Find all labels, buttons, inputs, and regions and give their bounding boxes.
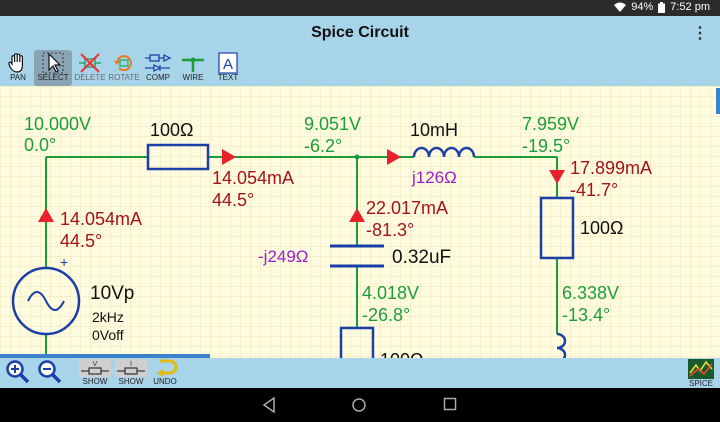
status-indicators: 94% 7:52 pm xyxy=(614,1,710,13)
node3-phase: -19.5° xyxy=(522,136,570,156)
tool-bar: PAN SELECT DELETE ROTATE COMP WIRE A TEX… xyxy=(0,50,720,86)
node5-voltage: 6.338V xyxy=(562,283,619,303)
text-icon: A xyxy=(218,52,238,74)
junction-node xyxy=(354,154,360,160)
cap-current: 22.017mA xyxy=(366,198,448,218)
show-current-button[interactable]: I SHOW xyxy=(114,358,148,388)
node2-voltage: 9.051V xyxy=(304,114,361,134)
node4-phase: -26.8° xyxy=(362,305,410,325)
source-plus-sign: + xyxy=(60,254,68,270)
wire-label: WIRE xyxy=(182,73,204,82)
show-voltage-glyph: V xyxy=(93,361,98,368)
back-icon[interactable] xyxy=(262,397,276,413)
node1-voltage: 10.000V xyxy=(24,114,91,134)
hand-icon xyxy=(8,53,23,73)
wifi-icon xyxy=(614,2,627,12)
r1-current: 14.054mA xyxy=(212,168,294,188)
inductor-l1-value: 10mH xyxy=(410,120,458,140)
cursor-icon xyxy=(42,52,64,74)
r2-current-phase: -41.7° xyxy=(570,180,618,200)
show-current-label: SHOW xyxy=(118,377,144,386)
resistor-r3-value: 100Ω xyxy=(380,350,424,358)
r2-current: 17.899mA xyxy=(570,158,652,178)
component-icon xyxy=(145,54,172,72)
wire-tool-button[interactable]: WIRE xyxy=(177,50,209,86)
rotate-tool-button[interactable]: ROTATE xyxy=(107,50,141,86)
battery-percent: 94% xyxy=(631,1,654,13)
wire-icon xyxy=(182,57,204,72)
source-offset: 0Voff xyxy=(92,327,124,343)
node4-voltage: 4.018V xyxy=(362,283,419,303)
zoom-out-button[interactable] xyxy=(36,358,64,388)
comp-label: COMP xyxy=(146,73,170,82)
battery-icon xyxy=(658,1,666,13)
resistor-r2-value: 100Ω xyxy=(580,218,624,238)
undo-icon xyxy=(157,359,178,377)
app-title: Spice Circuit xyxy=(311,24,409,41)
source-frequency: 2kHz xyxy=(92,309,124,325)
cap-impedance: -j249Ω xyxy=(258,247,309,266)
cap-value: 0.32uF xyxy=(392,247,451,268)
inductor-l1-impedance: j126Ω xyxy=(411,168,457,187)
show-voltage-label: SHOW xyxy=(82,377,108,386)
show-voltage-button[interactable]: V SHOW xyxy=(78,358,112,388)
spice-button[interactable]: SPICE xyxy=(684,358,718,388)
node5-phase: -13.4° xyxy=(562,305,610,325)
app-bar: Spice Circuit ⋮ xyxy=(0,16,720,50)
source-current: 14.054mA xyxy=(60,209,142,229)
status-bar: 94% 7:52 pm xyxy=(0,0,720,16)
component-tool-button[interactable]: COMP xyxy=(142,50,174,86)
show-current-icon: I xyxy=(115,359,147,377)
overflow-menu-icon[interactable]: ⋮ xyxy=(692,23,708,43)
pan-label: PAN xyxy=(10,73,26,82)
spice-label: SPICE xyxy=(688,379,713,388)
source-amplitude: 10Vp xyxy=(90,283,134,304)
select-tool-button[interactable]: SELECT xyxy=(34,50,72,86)
pan-tool-button[interactable]: PAN xyxy=(4,50,32,86)
system-navigation-bar xyxy=(0,388,720,422)
zoom-out-icon xyxy=(38,360,62,384)
cap-current-phase: -81.3° xyxy=(366,220,414,240)
recents-icon[interactable] xyxy=(443,397,457,411)
show-current-glyph: I xyxy=(130,361,132,368)
spice-icon xyxy=(688,359,714,379)
delete-tool-button[interactable]: DELETE xyxy=(74,50,106,86)
resistor-r1-value: 100Ω xyxy=(150,120,194,140)
delete-icon xyxy=(79,53,101,73)
select-label: SELECT xyxy=(37,73,69,82)
zoom-in-icon xyxy=(6,360,30,384)
r1-current-phase: 44.5° xyxy=(212,190,254,210)
zoom-in-button[interactable] xyxy=(4,358,32,388)
node2-phase: -6.2° xyxy=(304,136,342,156)
rotate-icon xyxy=(114,55,132,72)
node1-phase: 0.0° xyxy=(24,135,56,155)
text-icon-glyph: A xyxy=(223,56,233,73)
delete-label: DELETE xyxy=(74,73,106,82)
node3-voltage: 7.959V xyxy=(522,114,579,134)
schematic[interactable]: + 10.000V 0.0° 100Ω 14.054mA 44.5° 14.05… xyxy=(0,86,720,358)
show-voltage-icon: V xyxy=(79,359,111,377)
text-tool-button[interactable]: A TEXT xyxy=(213,50,243,86)
home-icon[interactable] xyxy=(351,397,367,413)
undo-label: UNDO xyxy=(153,377,177,386)
undo-button[interactable]: UNDO xyxy=(150,358,180,388)
source-current-phase: 44.5° xyxy=(60,231,102,251)
vertical-scrollbar[interactable] xyxy=(716,88,720,114)
text-label: TEXT xyxy=(217,73,239,82)
circuit-canvas[interactable]: + 10.000V 0.0° 100Ω 14.054mA 44.5° 14.05… xyxy=(0,86,720,358)
rotate-label: ROTATE xyxy=(108,73,140,82)
bottom-toolbar: V SHOW I SHOW UNDO SPICE xyxy=(0,358,720,388)
clock: 7:52 pm xyxy=(670,1,710,13)
